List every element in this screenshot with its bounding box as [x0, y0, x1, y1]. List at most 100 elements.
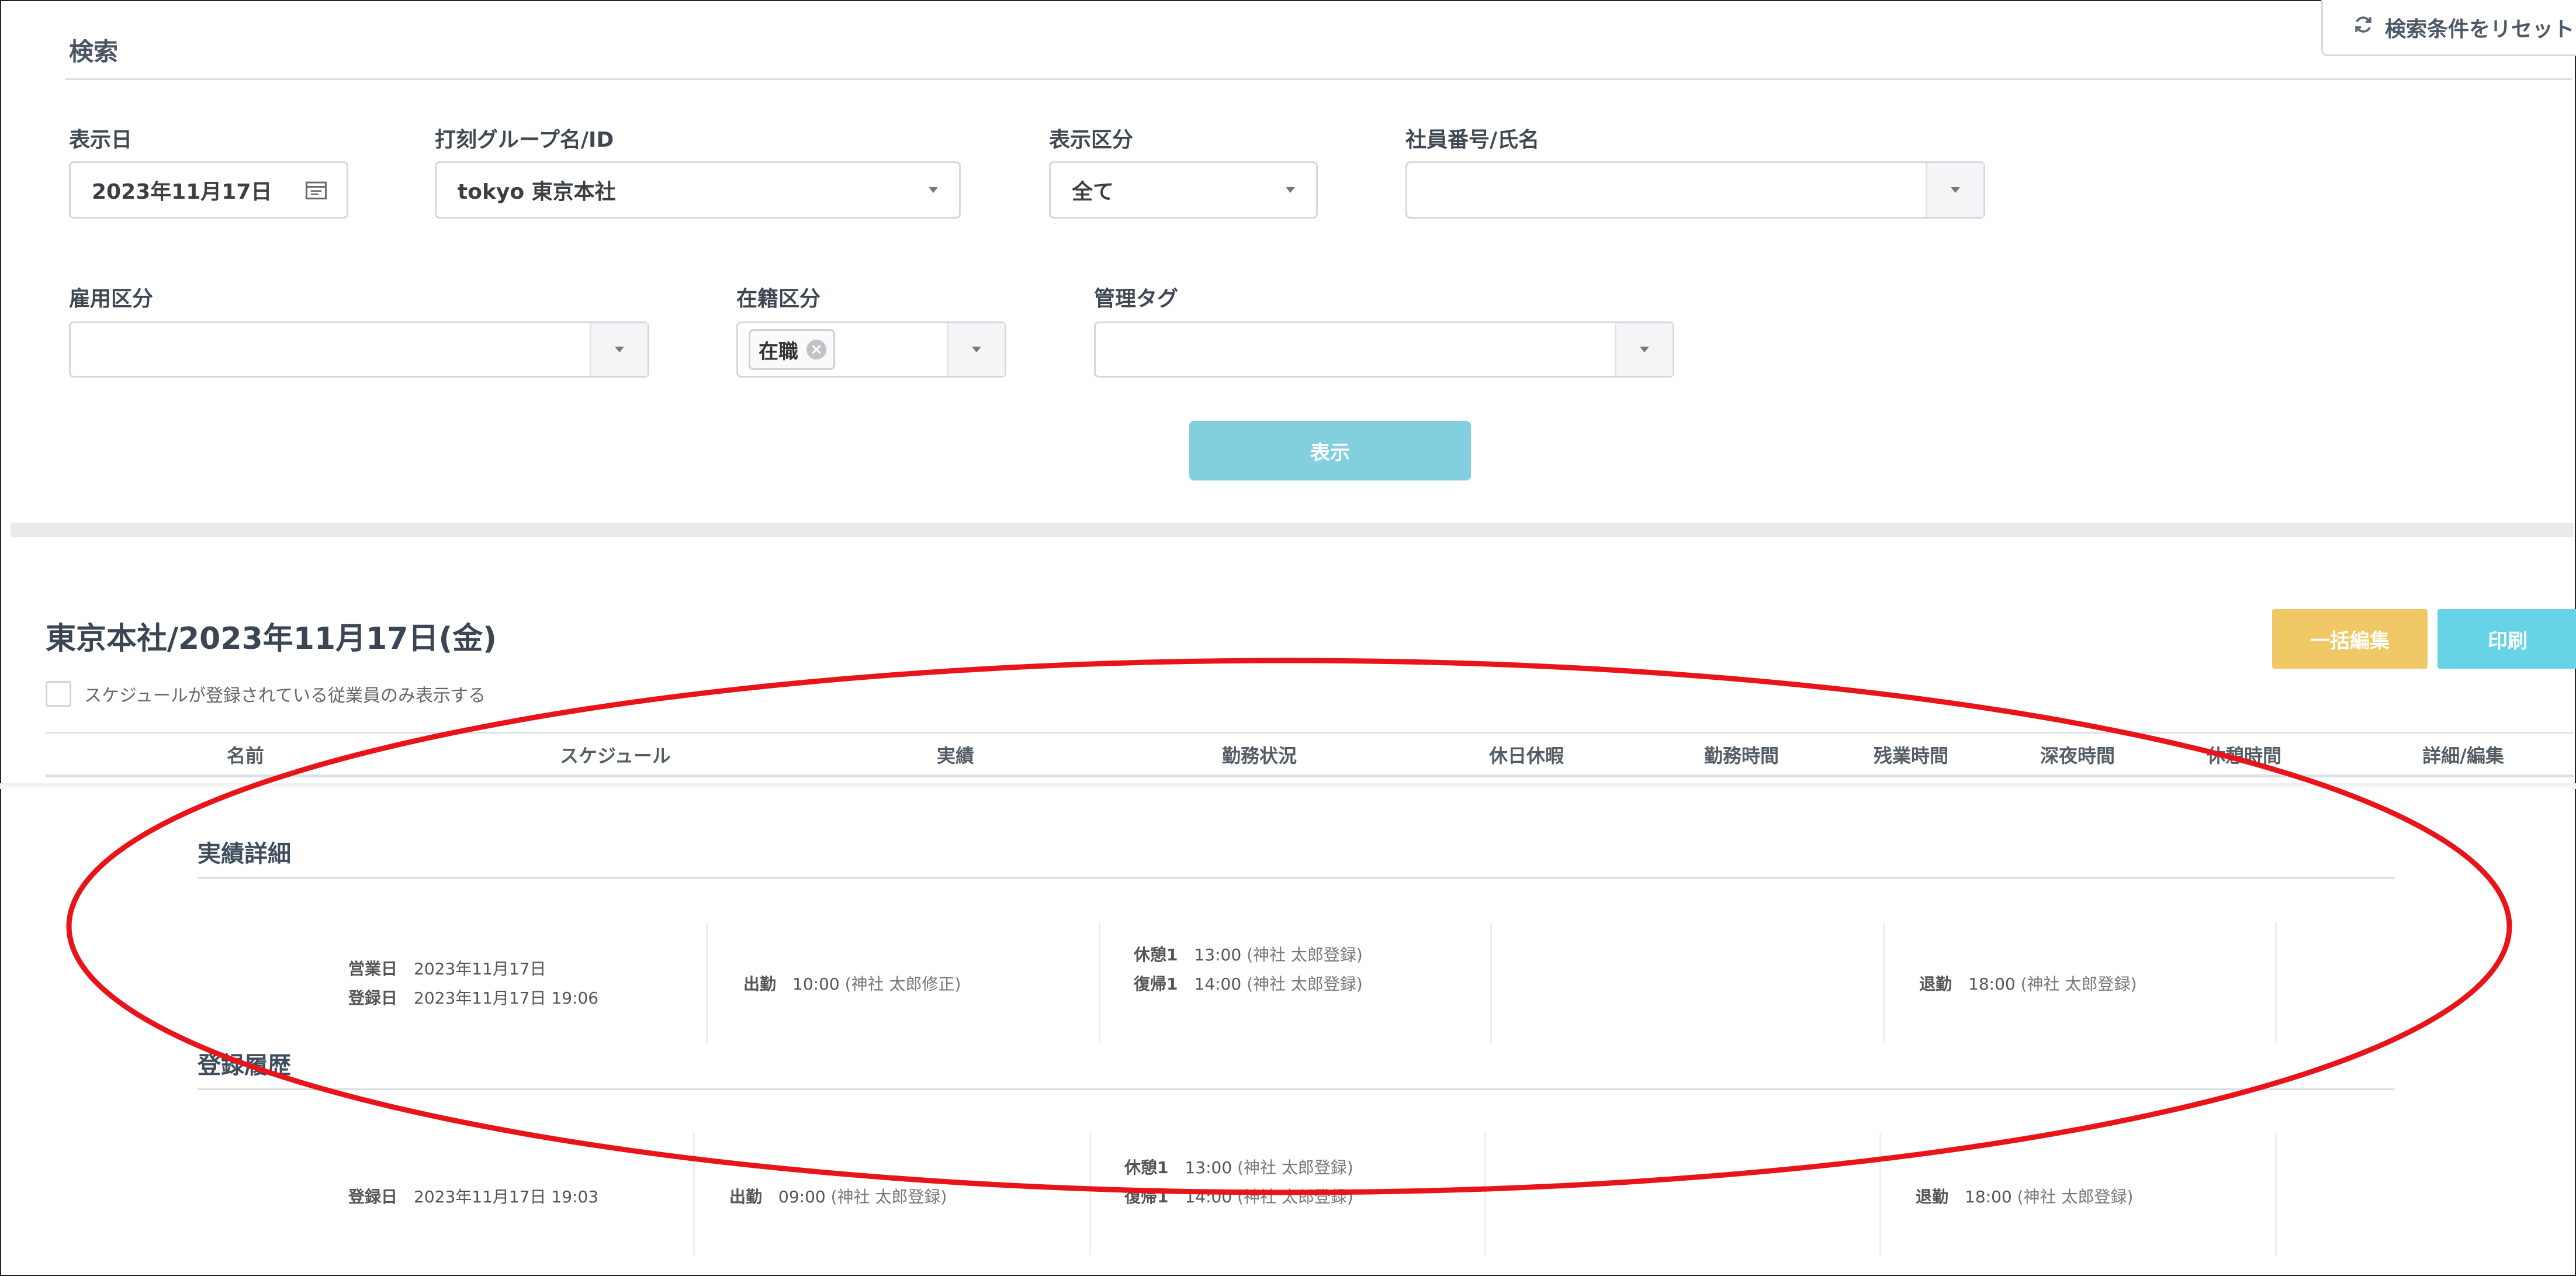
- history-clock-out-note: (神社 太郎登録): [2017, 1187, 2134, 1206]
- history-break-start-note: (神社 太郎登録): [1237, 1158, 1353, 1177]
- mgmt-tag-dropdown-toggle[interactable]: [1615, 323, 1673, 376]
- column-divider: [2275, 922, 2277, 1043]
- chevron-down-icon: [1640, 347, 1649, 352]
- table-header-bottom-border: [46, 774, 2574, 777]
- registered-row: 登録日 2023年11月17日 19:06: [348, 985, 598, 1009]
- history-break-end-label: 復帰1: [1124, 1187, 1169, 1206]
- reset-search-label: 検索条件をリセット: [2385, 17, 2575, 42]
- column-divider: [1883, 922, 1885, 1043]
- history-title: 登録履歴: [198, 1052, 291, 1079]
- business-day-label: 営業日: [348, 959, 398, 978]
- schedule-only-label: スケジュールが登録されている従業員のみ表示する: [84, 686, 486, 706]
- history-clock-out-label: 退勤: [1916, 1187, 1949, 1206]
- panel-edge-shadow: [0, 783, 2576, 789]
- clock-out-entry: 退勤 18:00 (神社 太郎登録): [1919, 971, 2137, 995]
- remove-tag-icon[interactable]: ×: [806, 340, 826, 359]
- chevron-down-icon: [929, 187, 938, 193]
- employee-select[interactable]: [1405, 161, 1985, 219]
- actual-detail-title: 実績詳細: [198, 841, 291, 867]
- chevron-down-icon: [1951, 187, 1960, 193]
- clock-out-time: 18:00: [1968, 974, 2016, 994]
- break-end-entry: 復帰1 14:00 (神社 太郎登録): [1134, 971, 1363, 995]
- table-header-top-border: [46, 732, 2574, 734]
- column-header-overtime: 残業時間: [1873, 745, 1949, 767]
- display-date-field[interactable]: 2023年11月17日: [69, 161, 348, 219]
- bulk-edit-button[interactable]: 一括編集: [2272, 609, 2428, 669]
- column-divider: [1879, 1133, 1881, 1256]
- reset-icon: [2352, 13, 2374, 41]
- column-header-holiday: 休日休暇: [1488, 745, 1564, 767]
- mgmt-tag-label: 管理タグ: [1094, 287, 1179, 311]
- column-divider: [2275, 1133, 2277, 1256]
- column-divider: [1490, 922, 1492, 1043]
- search-panel-title: 検索: [69, 37, 119, 66]
- actual-detail-divider: [198, 877, 2395, 879]
- enrollment-tag-label: 在職: [759, 340, 798, 364]
- history-registered-label: 登録日: [348, 1187, 398, 1206]
- calendar-icon[interactable]: [303, 177, 329, 203]
- history-clock-in-label: 出勤: [729, 1187, 763, 1206]
- clock-in-label: 出勤: [743, 974, 777, 994]
- reset-search-button[interactable]: 検索条件をリセット: [2321, 0, 2576, 56]
- column-divider: [1484, 1133, 1486, 1256]
- mgmt-tag-select[interactable]: [1094, 321, 1674, 378]
- display-date-label: 表示日: [69, 128, 133, 152]
- enrollment-dropdown-toggle[interactable]: [947, 323, 1005, 376]
- schedule-only-checkbox[interactable]: [46, 681, 71, 707]
- punch-group-select[interactable]: tokyo 東京本社: [435, 161, 961, 219]
- break-end-note: (神社 太郎登録): [1247, 974, 1363, 994]
- clock-in-entry: 出勤 10:00 (神社 太郎修正): [743, 971, 961, 995]
- column-header-work-status: 勤務状況: [1221, 745, 1297, 767]
- registered-label: 登録日: [348, 988, 398, 1008]
- history-break-start-label: 休憩1: [1124, 1158, 1169, 1177]
- display-type-label: 表示区分: [1049, 128, 1134, 152]
- break-start-entry: 休憩1 13:00 (神社 太郎登録): [1134, 942, 1363, 966]
- display-type-value: 全て: [1072, 180, 1114, 204]
- history-clock-out-time: 18:00: [1965, 1187, 2012, 1206]
- display-type-select[interactable]: 全て: [1049, 161, 1318, 219]
- history-break-end-time: 14:00: [1185, 1187, 1232, 1206]
- history-break-end-entry: 復帰1 14:00 (神社 太郎登録): [1124, 1184, 1353, 1208]
- column-header-schedule: スケジュール: [560, 745, 671, 767]
- show-button[interactable]: 表示: [1189, 421, 1471, 480]
- clock-in-note: (神社 太郎修正): [844, 974, 961, 994]
- display-date-value: 2023年11月17日: [92, 180, 272, 204]
- clock-out-label: 退勤: [1919, 974, 1952, 994]
- business-day-row: 営業日 2023年11月17日: [348, 956, 546, 980]
- clock-in-time: 10:00: [792, 974, 840, 994]
- section-separator: [11, 523, 2574, 537]
- break-end-label: 復帰1: [1134, 974, 1178, 994]
- registered-value: 2023年11月17日 19:06: [414, 988, 599, 1008]
- schedule-only-filter[interactable]: スケジュールが登録されている従業員のみ表示する: [46, 681, 486, 707]
- business-day-value: 2023年11月17日: [414, 959, 546, 978]
- employee-dropdown-toggle[interactable]: [1926, 163, 1983, 217]
- history-clock-in-time: 09:00: [778, 1187, 826, 1206]
- break-end-time: 14:00: [1194, 974, 1242, 994]
- enrollment-label: 在籍区分: [736, 287, 821, 311]
- column-header-name: 名前: [226, 745, 265, 767]
- enrollment-select[interactable]: 在職 ×: [736, 321, 1006, 378]
- column-divider: [706, 922, 708, 1043]
- history-break-end-note: (神社 太郎登録): [1237, 1187, 1353, 1206]
- chevron-down-icon: [1286, 187, 1295, 193]
- employment-type-select[interactable]: [69, 321, 649, 378]
- employment-type-dropdown-toggle[interactable]: [590, 323, 648, 376]
- break-start-note: (神社 太郎登録): [1247, 945, 1363, 964]
- history-clock-in-note: (神社 太郎登録): [830, 1187, 947, 1206]
- chevron-down-icon: [615, 347, 624, 352]
- punch-group-label: 打刻グループ名/ID: [435, 128, 614, 152]
- history-clock-in-entry: 出勤 09:00 (神社 太郎登録): [729, 1184, 947, 1208]
- history-break-start-entry: 休憩1 13:00 (神社 太郎登録): [1124, 1155, 1353, 1178]
- history-break-start-time: 13:00: [1185, 1158, 1232, 1177]
- employee-label: 社員番号/氏名: [1405, 128, 1540, 152]
- results-title: 東京本社/2023年11月17日(金): [46, 621, 497, 656]
- chevron-down-icon: [972, 347, 981, 352]
- history-registered-row: 登録日 2023年11月17日 19:03: [348, 1184, 598, 1208]
- column-header-night-hours: 深夜時間: [2040, 745, 2115, 767]
- history-divider: [198, 1088, 2395, 1090]
- column-header-detail-edit: 詳細/編集: [2422, 745, 2504, 767]
- history-clock-out-entry: 退勤 18:00 (神社 太郎登録): [1916, 1184, 2133, 1208]
- enrollment-tag: 在職 ×: [749, 329, 835, 370]
- print-button[interactable]: 印刷: [2437, 609, 2576, 669]
- column-divider: [693, 1133, 695, 1256]
